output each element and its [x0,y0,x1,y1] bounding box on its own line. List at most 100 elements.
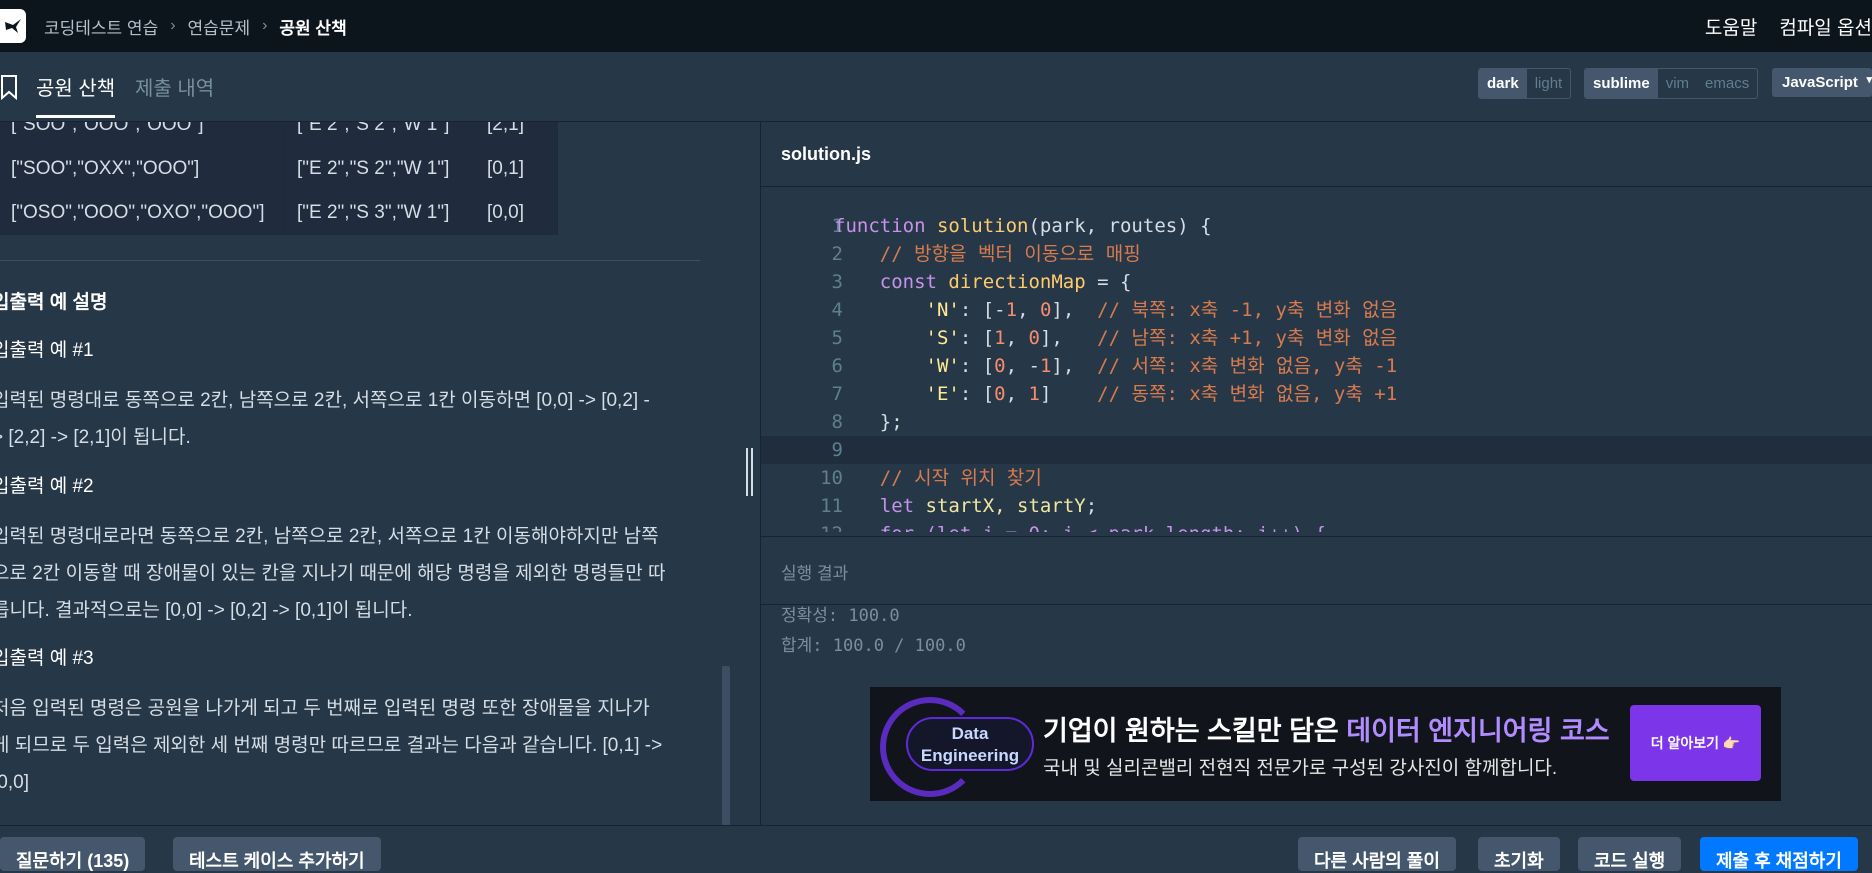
example-1-line-2: > [2,2] -> [2,1]이 됩니다. [0,427,191,448]
example-2-title: 입출력 예 #2 [0,476,94,497]
example-3-line-2: 게 되므로 두 입력은 제외한 세 번째 명령만 따르므로 결과는 다음과 같습… [0,735,663,756]
submit-button[interactable]: 제출 후 채점하기 [1700,837,1858,871]
keymap-toggle: sublime vim emacs [1584,68,1759,99]
code-comment: // 방향을 벡터 이동으로 매핑 [879,243,1141,265]
code-token: 'E' [925,383,960,405]
result-header: 실행 결과 [761,537,1872,605]
chevron-right-icon: › [262,17,268,34]
code-line-active: 9 [761,436,1872,464]
code-token: ], [1039,327,1098,349]
breadcrumb-practice[interactable]: 연습문제 [188,14,251,39]
theme-light-button[interactable]: light [1527,69,1571,98]
code-token: 'W' [925,355,960,377]
line-number: 10 [820,467,843,489]
code-line: 6 'W': [0, -1], // 서쪽: x축 변화 없음, y축 -1 [761,352,1872,380]
code-line: 7 'E': [0, 1] // 동쪽: x축 변화 없음, y축 +1 [761,380,1872,408]
description-scrollbar[interactable] [722,666,730,825]
file-tab: solution.js [761,122,1872,187]
accuracy-output: 정확성: 100.0 [781,606,900,626]
bookmark-icon[interactable] [0,74,20,100]
table-cell-park: ["OSO","OOO","OXO","OOO"] [0,190,285,235]
line-number: 3 [831,271,843,293]
tab-submissions[interactable]: 제출 내역 [135,72,214,101]
code-line: 12 for (let i = 0; i < park.length; i++)… [761,520,1872,532]
example-1-line-1: 입력된 명령대로 동쪽으로 2칸, 남쪽으로 2칸, 서쪽으로 1칸 이동하면 … [0,390,650,411]
caret-down-icon: ▾ [1866,74,1872,86]
code-comment: // 남쪽: x축 +1, y축 변화 없음 [1097,327,1398,349]
tab-problem[interactable]: 공원 산책 [36,72,116,118]
code-token: for (let i = 0; i < park.length; i++) { [880,523,1326,532]
breadcrumb-coding-test[interactable]: 코딩테스트 연습 [44,14,158,39]
explanation-heading: 입출력 예 설명 [0,292,108,313]
code-line: 3 const directionMap = { [761,268,1872,296]
code-token: : [- [959,299,1006,321]
code-token: : [ [959,355,995,377]
example-2-line-2: 으로 2칸 이동할 때 장애물이 있는 칸을 지나기 때문에 해당 명령을 제외… [0,563,666,584]
code-line: 8 }; [761,408,1872,436]
code-line: 4 'N': [-1, 0], // 북쪽: x축 -1, y축 변화 없음 [761,296,1872,324]
run-code-button[interactable]: 코드 실행 [1578,837,1682,871]
programmers-logo[interactable] [0,9,26,43]
problem-tab-bar: 공원 산책 제출 내역 dark light sublime vim emacs… [0,52,1872,122]
code-token: 'S' [925,327,960,349]
help-link[interactable]: 도움말 [1705,13,1757,40]
code-token: 'N' [925,299,960,321]
line-number: 12 [761,520,843,532]
theme-toggle: dark light [1478,68,1572,99]
code-token: let [879,495,915,517]
line-number: 5 [831,327,843,349]
example-1-title: 입출력 예 #1 [0,340,94,361]
language-select-value: JavaScript [1782,74,1858,91]
code-token: ] [1039,383,1098,405]
line-number: 2 [831,243,843,265]
code-token: directionMap [948,271,1086,293]
bottom-action-bar: 질문하기 (135) 테스트 케이스 추가하기 다른 사람의 풀이 초기화 코드… [0,825,1872,871]
code-token: const [879,271,937,293]
table-row: ["SOO","OOO","OOO"] ["E 2","S 2","W 1"] … [0,122,558,147]
code-comment: // 북쪽: x축 -1, y축 변화 없음 [1097,299,1398,321]
line-number: 9 [831,439,843,461]
code-line: 11 let startX, startY; [761,492,1872,520]
code-area[interactable]: 1 function solution(park, routes) { 2 // … [761,212,1872,532]
code-token: (park, routes) { [1028,215,1212,237]
code-comment: // 서쪽: x축 변화 없음, y축 -1 [1097,355,1398,377]
example-3-title: 입출력 예 #3 [0,648,94,669]
language-select[interactable]: JavaScript ▾ [1772,68,1872,97]
ask-question-button[interactable]: 질문하기 (135) [0,837,146,871]
code-token: 0 [994,383,1006,405]
line-number: 6 [831,355,843,377]
add-testcase-button[interactable]: 테스트 케이스 추가하기 [173,837,381,871]
keymap-sublime-button[interactable]: sublime [1585,69,1658,98]
ad-learn-more-button[interactable]: 더 알아보기 👉🏻 [1630,705,1761,781]
code-line: 2 // 방향을 벡터 이동으로 매핑 [761,240,1872,268]
code-token: , [1005,327,1029,349]
code-editor-panel: solution.js 1 function solution(park, rou… [760,122,1872,536]
code-token: 1 [1028,383,1040,405]
table-cell-result: [2,1] [474,122,558,147]
reset-button[interactable]: 초기화 [1478,837,1560,871]
top-navigation-bar: 코딩테스트 연습 › 연습문제 › 공원 산책 도움말 컴파일 옵션 [0,0,1872,52]
code-token: : [ [959,327,995,349]
theme-dark-button[interactable]: dark [1479,69,1527,98]
bird-logo-icon [5,19,21,33]
others-solutions-button[interactable]: 다른 사람의 풀이 [1298,837,1456,871]
code-token: , [1005,383,1029,405]
code-token: }; [879,411,903,433]
code-token: ], [1051,355,1098,377]
course-ad-banner[interactable]: Data Engineering 기업이 원하는 스킬만 담은 데이터 엔지니어… [870,687,1781,801]
vertical-resize-handle[interactable] [742,448,756,498]
code-token: function [834,215,926,237]
code-token: , - [1005,355,1040,377]
code-token: 0 [1028,327,1040,349]
ad-headline-prefix: 기업이 원하는 스킬만 담은 [1043,716,1347,746]
keymap-vim-button[interactable]: vim [1658,69,1697,98]
code-token: 0 [1039,299,1052,321]
line-number: 7 [831,383,843,405]
keymap-emacs-button[interactable]: emacs [1697,69,1757,98]
line-number: 4 [831,299,843,321]
compile-options-link[interactable]: 컴파일 옵션 [1779,13,1872,40]
code-token: solution [936,215,1029,237]
table-row: ["SOO","OXX","OOO"] ["E 2","S 2","W 1"] … [0,146,558,191]
example-2-line-1: 입력된 명령대로라면 동쪽으로 2칸, 남쪽으로 2칸, 서쪽으로 1칸 이동해… [0,526,659,547]
example-3-line-1: 처음 입력된 명령은 공원을 나가게 되고 두 번째로 입력된 명령 또한 장애… [0,698,650,719]
